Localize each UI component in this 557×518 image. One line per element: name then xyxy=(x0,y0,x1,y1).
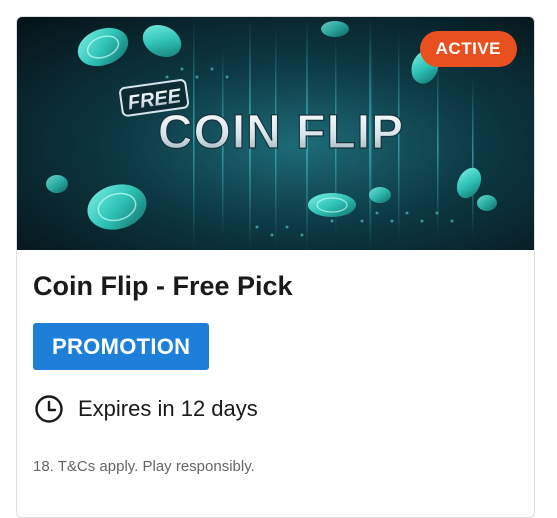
coin-icon xyxy=(46,175,68,193)
category-tag: PROMOTION xyxy=(33,323,210,370)
coin-icon xyxy=(308,193,356,217)
expiry-text: Expires in 12 days xyxy=(78,396,258,421)
coin-icon xyxy=(369,187,391,203)
coin-icon xyxy=(477,195,497,211)
logo-coin-flip-text: COIN FLIP xyxy=(158,106,404,159)
expiry-row: Expires in 12 days xyxy=(34,393,258,425)
clock-icon xyxy=(35,395,63,423)
promotion-card[interactable]: FREE COIN FLIP ACTIVE Coin Flip - Free P… xyxy=(16,16,535,518)
terms-disclaimer: 18. T&Cs apply. Play responsibly. xyxy=(33,458,255,475)
status-badge: ACTIVE xyxy=(419,31,517,67)
promotion-title[interactable]: Coin Flip - Free Pick xyxy=(33,271,293,302)
coin-icon xyxy=(321,21,349,37)
promo-banner-image[interactable]: FREE COIN FLIP ACTIVE xyxy=(17,17,534,250)
